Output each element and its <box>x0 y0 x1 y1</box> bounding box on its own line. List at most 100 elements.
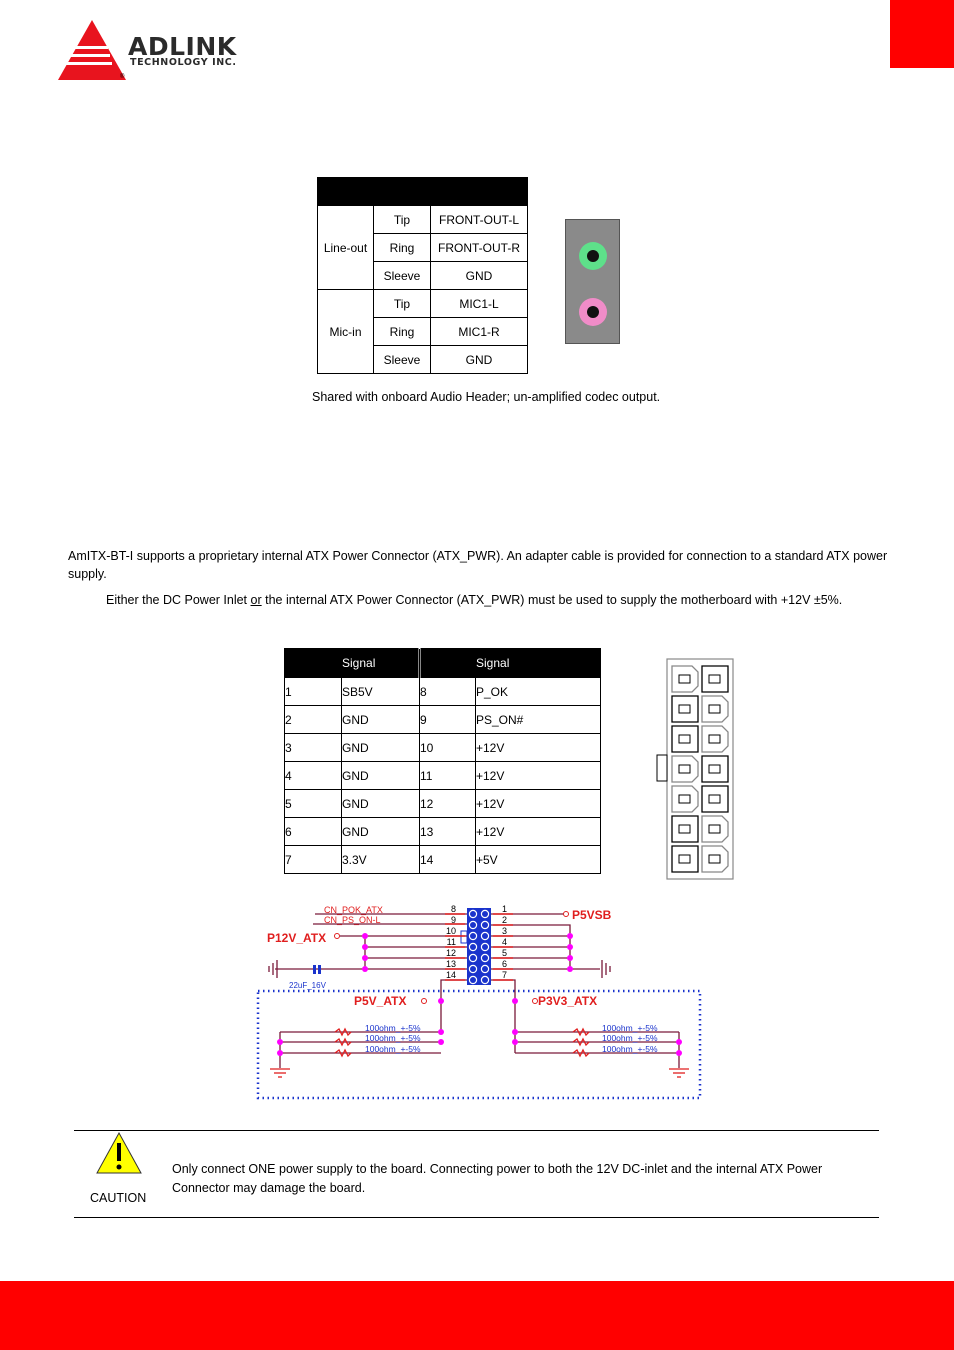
pin-number-label: 1 <box>502 904 507 914</box>
corner-tab <box>890 0 954 68</box>
pin-cell: Ring <box>373 317 431 346</box>
pin-contact <box>708 734 721 744</box>
table-header-row: Signal Signal <box>284 648 601 678</box>
header-pin <box>482 977 488 983</box>
table-header-cell <box>317 177 374 206</box>
pin-number-cell: 5 <box>284 789 342 818</box>
resistor-label: 100ohm_+-5% <box>602 1023 658 1033</box>
atx-intro-paragraph: AmITX-BT-I supports a proprietary intern… <box>68 549 888 581</box>
signal-cell: FRONT-OUT-R <box>430 233 528 262</box>
pin-number-cell: 13 <box>419 817 476 846</box>
header-pin <box>470 955 476 961</box>
pin-contact <box>708 674 721 684</box>
pin-number-cell: 14 <box>419 845 476 874</box>
table-row: 3 GND 10 +12V <box>284 733 601 762</box>
resistor-label: 100ohm_+-5% <box>365 1044 421 1054</box>
caution-label: CAUTION <box>90 1191 147 1205</box>
signal-cell: GND <box>341 789 420 818</box>
table-header-cell: Signal <box>341 648 420 678</box>
pin-cell: Sleeve <box>373 345 431 374</box>
pin-cell: Tip <box>373 289 431 318</box>
table-row: Line-out Tip FRONT-OUT-L <box>317 205 528 290</box>
pin-number-cell: 1 <box>284 677 342 706</box>
table-row: 6 GND 13 +12V <box>284 817 601 846</box>
resistor-label: 100ohm_+-5% <box>602 1044 658 1054</box>
table-header-cell: Signal <box>475 648 601 678</box>
signal-cell: +12V <box>475 789 601 818</box>
pin-number-cell: 11 <box>419 761 476 790</box>
note-text: the internal ATX Power Connector (ATX_PW… <box>261 593 843 607</box>
pin-contact <box>708 794 721 804</box>
table-header-cell <box>373 177 431 206</box>
signal-cell: FRONT-OUT-L <box>430 205 528 234</box>
capacitor-label: 22uF_16V <box>289 981 327 990</box>
header-pin <box>482 922 488 928</box>
net-port-icon <box>334 933 340 939</box>
pin-number-label: 4 <box>502 937 507 947</box>
pin-number-label: 11 <box>447 937 456 947</box>
atx-pin-table: Signal Signal 1 SB5V 8 P_OK 2 GND 9 PS_ON# 3 GND 1… <box>284 648 601 874</box>
registered-mark: ® <box>120 74 125 80</box>
pin-number-label: 7 <box>502 970 507 980</box>
mic-in-jack-icon <box>579 298 607 326</box>
pin-cell: Sleeve <box>373 261 431 290</box>
table-row: 5 GND 12 +12V <box>284 789 601 818</box>
connector-key <box>460 930 468 944</box>
pin-number-label: 8 <box>451 904 456 914</box>
signal-cell: PS_ON# <box>475 705 601 734</box>
pin-number-cell: 4 <box>284 761 342 790</box>
pin-number-cell: 12 <box>419 789 476 818</box>
net-label-pson: CN_PS_ON-L <box>324 915 381 925</box>
pin-number-label: 9 <box>451 915 456 925</box>
brand-subtitle: TECHNOLOGY INC. <box>130 57 237 68</box>
pin-contact <box>678 704 691 714</box>
pin-number-cell: 7 <box>284 845 342 874</box>
signal-cell: MIC1-L <box>430 289 528 318</box>
pin-number-label: 13 <box>446 959 456 969</box>
pin-number-label: 6 <box>502 959 507 969</box>
pin-contact <box>708 764 721 774</box>
signal-cell: +12V <box>475 817 601 846</box>
header-pin <box>482 966 488 972</box>
divider <box>74 1217 879 1218</box>
audio-jack-panel <box>565 219 620 344</box>
net-port-icon <box>421 998 427 1004</box>
group-label-mic-in: Mic-in <box>317 289 374 374</box>
net-port-icon <box>563 911 569 917</box>
signal-cell: GND <box>430 345 528 374</box>
pin-number-cell: 2 <box>284 705 342 734</box>
net-label-p3v3: P3V3_ATX <box>538 994 597 1008</box>
header-pin <box>482 955 488 961</box>
pin-cell: Ring <box>373 233 431 262</box>
line-out-jack-icon <box>579 242 607 270</box>
table-row: 7 3.3V 14 +5V <box>284 845 601 874</box>
pin-contact <box>678 854 691 864</box>
pin-number-cell: 6 <box>284 817 342 846</box>
pin-number-cell: 9 <box>419 705 476 734</box>
pin-number-label: 14 <box>446 970 456 980</box>
warning-triangle-icon <box>96 1131 142 1174</box>
atx-note: Either the DC Power Inlet or the interna… <box>106 593 842 607</box>
pin-contact <box>708 704 721 714</box>
pin-contact <box>708 824 721 834</box>
group-label-line-out: Line-out <box>317 205 374 290</box>
net-label-p5vsb: P5VSB <box>572 908 612 922</box>
net-port-icon <box>532 998 538 1004</box>
resistor-label: 100ohm_+-5% <box>602 1033 658 1043</box>
pin-number-cell: 3 <box>284 733 342 762</box>
ground-icon <box>270 1068 689 1078</box>
header-pin <box>470 922 476 928</box>
signal-cell: GND <box>430 261 528 290</box>
footer-bar <box>0 1281 954 1350</box>
signal-cell: GND <box>341 761 420 790</box>
table-header-cell <box>418 648 476 678</box>
signal-cell: P_OK <box>475 677 601 706</box>
audio-caption: Shared with onboard Audio Header; un-amp… <box>312 390 661 404</box>
signal-cell: MIC1-R <box>430 317 528 346</box>
note-emphasis: or <box>250 593 262 607</box>
resistor-label: 100ohm_+-5% <box>365 1033 421 1043</box>
pin-number-label: 3 <box>502 926 507 936</box>
header-pin <box>482 911 488 917</box>
adlink-logo-icon <box>58 20 126 80</box>
header-pin <box>470 944 476 950</box>
